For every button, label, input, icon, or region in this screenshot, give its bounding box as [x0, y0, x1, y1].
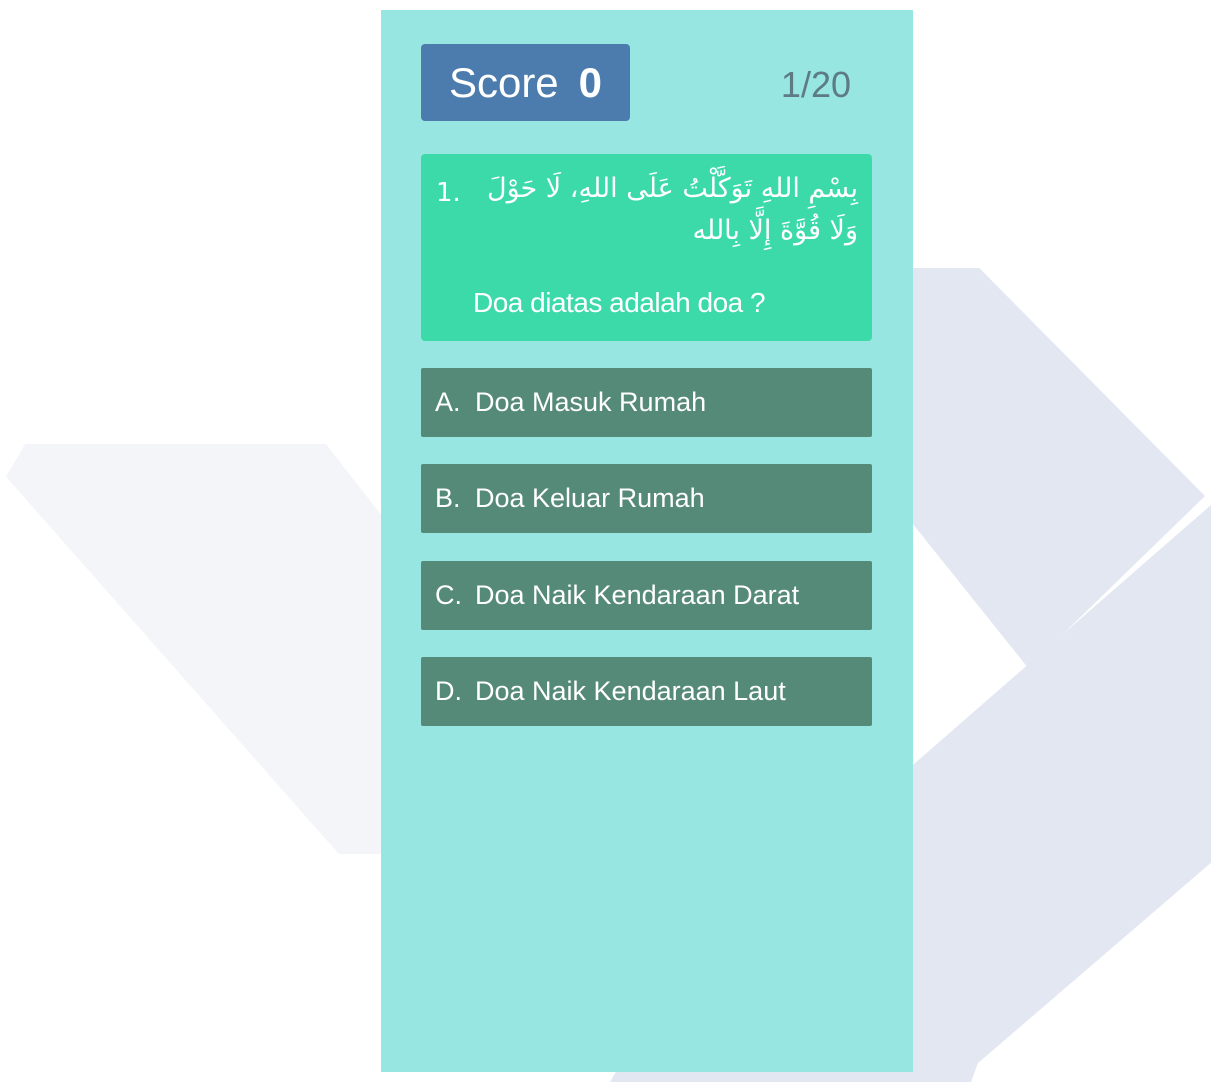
answer-option-d[interactable]: D. Doa Naik Kendaraan Laut: [421, 657, 872, 726]
answer-letter: B.: [435, 483, 461, 513]
answer-option-c[interactable]: C. Doa Naik Kendaraan Darat: [421, 561, 872, 630]
question-prompt: Doa diatas adalah doa ?: [473, 287, 766, 318]
score-badge: Score 0: [421, 44, 630, 121]
question-progress: 1/20: [780, 64, 851, 105]
answer-letter: C.: [435, 580, 462, 610]
answer-option-a[interactable]: A. Doa Masuk Rumah: [421, 368, 872, 437]
answer-text: Doa Naik Kendaraan Laut: [475, 676, 786, 706]
score-label: Score: [448, 58, 559, 106]
answer-option-b[interactable]: B. Doa Keluar Rumah: [421, 464, 872, 533]
quiz-screen: Score 0 1/20 1. بِسْمِ اللهِ تَوَكَّلْتُ…: [381, 10, 913, 1072]
answer-letter: A.: [435, 387, 461, 417]
answer-text: Doa Masuk Rumah: [475, 387, 707, 417]
question-card: 1. بِسْمِ اللهِ تَوَكَّلْتُ عَلَى اللهِ،…: [421, 154, 872, 341]
answer-letter: D.: [435, 676, 462, 706]
score-value: 0: [578, 58, 603, 106]
answer-text: Doa Naik Kendaraan Darat: [475, 580, 800, 610]
answer-text: Doa Keluar Rumah: [475, 483, 705, 513]
question-arabic-text: بِسْمِ اللهِ تَوَكَّلْتُ عَلَى اللهِ، لَ…: [486, 173, 858, 246]
question-number: 1.: [436, 178, 461, 208]
